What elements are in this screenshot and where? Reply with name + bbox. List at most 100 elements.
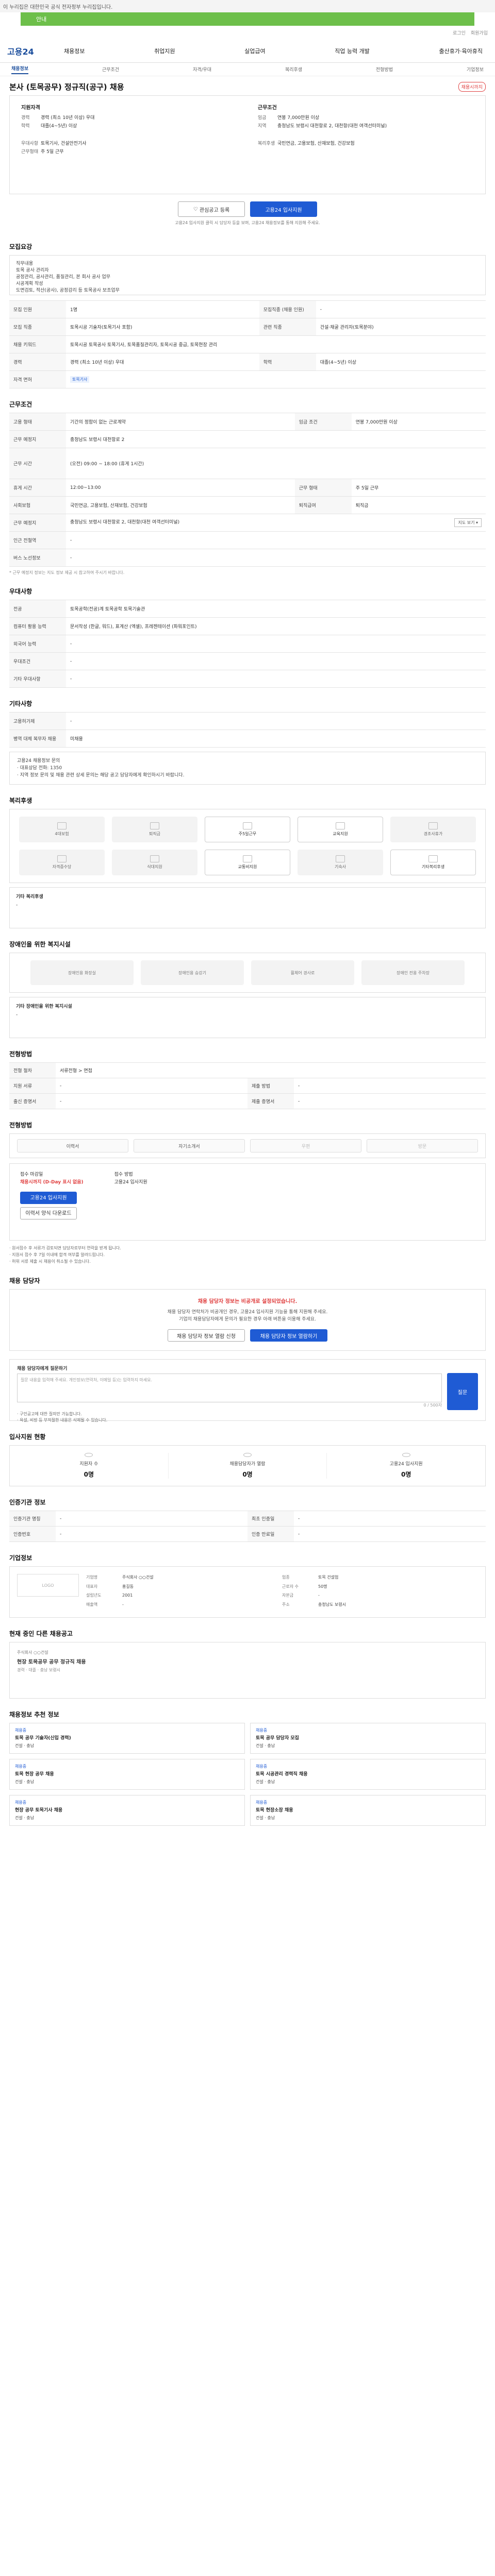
- process-table: 전형 절차 서류전형 > 면접 지원 서류 - 제출 방법 - 출신 증명서 - 제출 증명…: [9, 1062, 486, 1109]
- row-label: 기타 우대사항: [9, 670, 66, 688]
- row-value: 대졸(4~5년) 이상: [316, 353, 486, 371]
- summary-value: 대졸(4~5년) 이상: [41, 124, 77, 129]
- inquiry-submit-button[interactable]: 질문: [447, 1373, 478, 1410]
- table-row: 출신 증명서 - 제출 증명서 -: [9, 1093, 486, 1109]
- company-title: 기업정보: [9, 1554, 32, 1562]
- row-label: 사회보험: [9, 496, 66, 514]
- rec-card[interactable]: 채용중 토목 공무 담당자 모집 건설 · 충남: [250, 1723, 486, 1754]
- table-row: 전형 절차 서류전형 > 면접: [9, 1062, 486, 1078]
- welfare-title: 복리후생: [9, 797, 32, 804]
- apply-button-2[interactable]: 고용24 입사지원: [20, 1192, 77, 1204]
- site-logo[interactable]: 고용24: [7, 45, 64, 57]
- status-label: 고용24 입사지원: [389, 1462, 423, 1467]
- table-row: 버스 노선정보 -: [9, 549, 486, 567]
- deadline-badge: 채용시까지: [458, 82, 486, 92]
- tab-company[interactable]: 기업정보: [467, 66, 484, 73]
- row-value: -: [316, 300, 486, 318]
- row-label: 채용 키워드: [9, 335, 66, 353]
- rec-title-text: 현장 공무 토목기사 채용: [15, 1808, 63, 1813]
- welfare-etc-title: 기타 복리후생: [16, 894, 43, 900]
- tab-work[interactable]: 근무조건: [102, 66, 119, 73]
- apply-bullets: · 원서접수 후 서류가 검토되면 담당자로부터 연락을 받게 됩니다. · 지…: [9, 1246, 121, 1264]
- insurance-icon: [57, 822, 67, 829]
- rec-card[interactable]: 채용중 토목 공무 기술자(신입 경력) 건설 · 충남: [9, 1723, 245, 1754]
- company-key: 기업명: [86, 1575, 98, 1580]
- row-label: 임금 조건: [294, 413, 352, 431]
- tab-process[interactable]: 전형방법: [376, 66, 393, 73]
- rec-status: 채용중: [15, 1728, 27, 1733]
- row-label: 제출 방법: [248, 1078, 294, 1094]
- disab-etc: 기타 장애인을 위한 복지시설 -: [9, 997, 486, 1038]
- table-row: 사회보험 국민연금, 고용보험, 산재보험, 건강보험 퇴직급여 퇴직금: [9, 496, 486, 514]
- other-job-card[interactable]: 주식회사 ○○건설 현장 토목공무 공무 정규직 채용 경력 · 대졸 · 충남…: [17, 1650, 86, 1691]
- row-value: -: [56, 1093, 248, 1109]
- manager-sub: 채용 담당자 연락처가 비공개인 경우, 고용24 입사지원 기능을 통해 지원…: [167, 1310, 328, 1322]
- disab-etc-value: -: [16, 1012, 18, 1018]
- company-key: 근로자 수: [282, 1584, 299, 1589]
- row-label: 근무 예정지: [9, 514, 66, 532]
- company-value: 주식회사 ○○건설: [122, 1575, 154, 1580]
- table-row: 인증기관 명칭 - 최초 인증일 -: [9, 1511, 486, 1527]
- rec-card[interactable]: 채용중 현장 공무 토목기사 채용 건설 · 충남: [9, 1795, 245, 1826]
- row-label: 모집직종 (채용 인원): [259, 300, 316, 318]
- row-label: 경력: [9, 353, 66, 371]
- method-visit: 방문: [367, 1139, 478, 1153]
- row-value: (오전) 09:00 ~ 18:00 (휴게 1시간): [66, 448, 486, 479]
- welfare-label: 식대지원: [147, 865, 162, 869]
- row-label: 모집 직종: [9, 318, 66, 336]
- row-value: -: [56, 1511, 248, 1527]
- inquiry-textarea[interactable]: 질문 내용을 입력해 주세요. 개인정보(연락처, 이메일 등)는 입력하지 마…: [17, 1374, 442, 1402]
- manager-view-button[interactable]: 채용 담당자 정보 열람하기: [250, 1329, 327, 1342]
- apply-button[interactable]: 고용24 입사지원: [250, 201, 317, 217]
- disab-grid: 장애인용 화장실 장애인용 승강기 휠체어 경사로 장애인 전용 주차장: [9, 953, 486, 993]
- scrap-button[interactable]: ♡ 관심공고 등록: [178, 201, 245, 217]
- row-value: 충청남도 보령시 대천항로 2, 대천항(대천 여객선터미널) 지도 보기 ▾: [66, 514, 486, 532]
- job-description: 직무내용 토목 공사 관리자 공정관리, 공사관리, 품질관리, 본 회사 공사…: [9, 255, 486, 295]
- recruit-title: 모집요강: [9, 243, 32, 250]
- disab-item: 장애인용 화장실: [30, 960, 134, 985]
- gnb-item-training[interactable]: 직업 능력 개발: [335, 47, 370, 55]
- eye-icon: [243, 1453, 252, 1457]
- map-button[interactable]: 지도 보기 ▾: [454, 518, 482, 527]
- tab-welfare[interactable]: 복리후생: [285, 66, 302, 73]
- dorm-icon: [336, 855, 345, 862]
- gnb-item-support[interactable]: 취업지원: [154, 47, 175, 55]
- other-table: 고용허가제 - 병역 대체 복무자 채용 미채용: [9, 712, 486, 748]
- table-row: 휴게 시간 12:00~13:00 근무 형태 주 5일 근무: [9, 479, 486, 497]
- manager-request-button[interactable]: 채용 담당자 정보 열람 신청: [168, 1329, 245, 1342]
- rec-card[interactable]: 채용중 토목 현장 공무 채용 건설 · 충남: [9, 1759, 245, 1790]
- row-value: 퇴직금: [351, 496, 486, 514]
- row-value: 경력 (최소 10년 이상) 우대: [66, 353, 259, 371]
- table-row: 기타 우대사항 -: [9, 670, 486, 688]
- license-cell: 토목기사: [66, 370, 486, 388]
- process-title: 전형방법: [9, 1050, 32, 1058]
- login-link[interactable]: 로그인: [453, 29, 466, 36]
- rec-status: 채용중: [15, 1800, 27, 1805]
- table-row: 고용 형태 기간의 정함이 없는 근로계약 임금 조건 연봉 7,000만원 이상: [9, 413, 486, 431]
- table-row: 우대조건 -: [9, 652, 486, 670]
- row-value: 문서작성 (한글, 워드), 표계산 (엑셀), 프레젠테이션 (파워포인트): [66, 617, 486, 635]
- disab-etc-title: 기타 장애인을 위한 복지시설: [16, 1004, 72, 1009]
- resume-download-button[interactable]: 이력서 양식 다운로드: [20, 1207, 77, 1219]
- rec-card[interactable]: 채용중 토목 시공관리 경력직 채용 건설 · 충남: [250, 1759, 486, 1790]
- gnb-item-benefit[interactable]: 실업급여: [244, 47, 265, 55]
- gnb-item-jobs[interactable]: 채용정보: [64, 47, 85, 55]
- tab-pref[interactable]: 자격/우대: [193, 66, 211, 73]
- company-logo: LOGO: [17, 1574, 79, 1597]
- row-label: 고용허가제: [9, 712, 66, 730]
- rec-status: 채용중: [15, 1764, 27, 1769]
- rec-card[interactable]: 채용중 토목 현장소장 채용 건설 · 충남: [250, 1795, 486, 1826]
- row-label: 모집 인원: [9, 300, 66, 318]
- disab-title: 장애인을 위한 복지시설: [9, 941, 71, 948]
- welfare-item: 4대보험: [19, 817, 105, 842]
- table-row: 근무 시간 (오전) 09:00 ~ 18:00 (휴게 1시간): [9, 448, 486, 479]
- notice-bar[interactable]: 안내: [21, 12, 474, 26]
- tab-recruit[interactable]: 채용정보: [11, 65, 29, 74]
- join-link[interactable]: 회원가입: [471, 29, 488, 36]
- rec-title-text: 토목 시공관리 경력직 채용: [256, 1772, 308, 1777]
- row-label: 출신 증명서: [9, 1093, 56, 1109]
- company-value: 2001: [122, 1593, 133, 1598]
- deadline-value: 채용시까지 (D-Day 표시 없음): [20, 1180, 84, 1185]
- table-row: 모집 인원 1명 모집직종 (채용 인원) -: [9, 300, 486, 318]
- gnb-item-leave[interactable]: 출산휴가·육아휴직: [439, 47, 482, 55]
